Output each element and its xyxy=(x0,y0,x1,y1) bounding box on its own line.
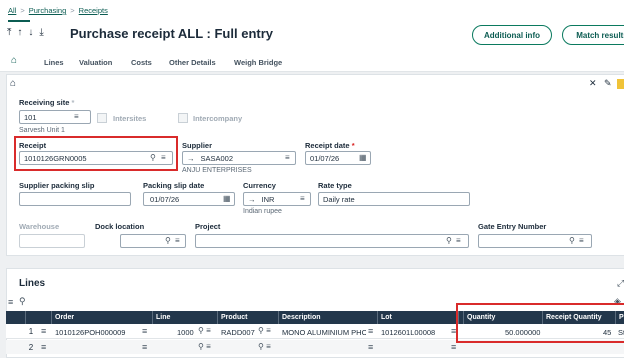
list-icon[interactable]: ≡ xyxy=(142,342,147,352)
search-icon[interactable]: ⚲ ≡ xyxy=(258,342,271,351)
supplier-name: ANJU ENTERPRISES xyxy=(182,167,252,174)
note-icon[interactable] xyxy=(617,79,624,89)
gate-entry-label: Gate Entry Number xyxy=(478,222,547,231)
calendar-icon[interactable]: ▦ xyxy=(223,194,231,203)
row-menu-icon[interactable]: ≡ xyxy=(41,342,46,352)
table-search-icon[interactable]: ⚲ xyxy=(19,296,26,307)
collapse-icon[interactable]: ⤢ xyxy=(617,278,624,289)
search-icon[interactable]: ⚲ ≡ xyxy=(198,342,211,351)
calendar-icon[interactable]: ▦ xyxy=(359,153,367,162)
breadcrumb-sep-icon: > xyxy=(70,6,75,15)
receiving-site-label: Receiving site * xyxy=(19,98,75,107)
packing-slip-date-label: Packing slip date xyxy=(143,181,205,190)
tab-valuation[interactable]: Valuation xyxy=(79,58,112,67)
tools-icon[interactable]: ✕ xyxy=(589,78,597,89)
additional-info-button[interactable]: Additional info xyxy=(472,25,552,45)
column-description[interactable]: Description xyxy=(279,311,378,324)
list-icon[interactable]: ≡ xyxy=(579,236,584,245)
row-number: 2 xyxy=(28,343,34,352)
intercompany-label: Intercompany xyxy=(193,114,243,123)
tab-lines[interactable]: Lines xyxy=(44,58,64,67)
dock-location-field[interactable]: ⚲ ≡ xyxy=(120,234,186,248)
list-icon[interactable]: ≡ xyxy=(368,326,373,336)
gate-entry-field[interactable]: ⚲ ≡ xyxy=(478,234,592,248)
supplier-label: Supplier xyxy=(182,141,213,150)
currency-field[interactable]: → INR ≡ xyxy=(243,192,311,206)
menu-icon[interactable]: ≡ xyxy=(8,297,13,307)
list-icon[interactable]: ≡ xyxy=(142,326,147,336)
warehouse-field xyxy=(19,234,85,248)
rate-type-field[interactable]: Daily rate xyxy=(318,192,470,206)
breadcrumb-receipts[interactable]: Receipts xyxy=(79,6,108,15)
home-icon: ⌂ xyxy=(10,78,17,89)
arrow-icon[interactable]: → xyxy=(248,195,256,204)
currency-label: Currency xyxy=(243,181,276,190)
search-icon[interactable]: ⚲ xyxy=(446,236,452,245)
receipt-highlight xyxy=(14,136,178,171)
project-field[interactable]: ⚲ ≡ xyxy=(195,234,469,248)
rate-type-label: Rate type xyxy=(318,181,352,190)
column-product[interactable]: Product xyxy=(218,311,279,324)
receiving-site-desc: Sarvesh Unit 1 xyxy=(19,127,65,134)
search-icon[interactable]: ⚲ ≡ xyxy=(198,326,211,335)
intersites-label: Intersites xyxy=(113,114,147,123)
last-record-icon[interactable]: ⤓ xyxy=(39,27,49,38)
cell-description[interactable]: MONO ALUMINIUM PHOS xyxy=(282,328,366,337)
supplier-packing-slip-field[interactable] xyxy=(19,192,131,206)
column-line[interactable]: Line xyxy=(153,311,218,324)
active-tab-indicator xyxy=(8,20,30,22)
arrow-icon[interactable]: → xyxy=(187,154,195,163)
row-menu-icon[interactable]: ≡ xyxy=(41,326,46,336)
list-icon[interactable]: ≡ xyxy=(74,112,79,121)
list-icon[interactable]: ≡ xyxy=(285,153,290,162)
tab-weigh-bridge[interactable]: Weigh Bridge xyxy=(234,58,282,67)
list-icon[interactable]: ≡ xyxy=(456,236,461,245)
next-record-icon[interactable]: ↓ xyxy=(28,27,39,38)
project-label: Project xyxy=(195,222,221,231)
intercompany-checkbox[interactable] xyxy=(178,113,188,123)
warehouse-label: Warehouse xyxy=(19,222,60,231)
tab-costs[interactable]: Costs xyxy=(131,58,152,67)
record-nav: ⤒↑↓⤓ xyxy=(7,27,50,38)
list-icon[interactable]: ≡ xyxy=(451,342,456,352)
breadcrumb-purchasing[interactable]: Purchasing xyxy=(29,6,67,15)
page-title: Purchase receipt ALL : Full entry xyxy=(70,26,273,41)
packing-slip-date-field[interactable]: 01/07/26 ▦ xyxy=(143,192,235,206)
row-number: 1 xyxy=(28,327,34,336)
column-order[interactable]: Order xyxy=(52,311,153,324)
tab-other-details[interactable]: Other Details xyxy=(169,58,216,67)
supplier-field[interactable]: → SASA002 ≡ xyxy=(182,151,296,165)
receipt-date-field[interactable]: 01/07/26 ▦ xyxy=(305,151,371,165)
intersites-checkbox[interactable] xyxy=(97,113,107,123)
column-lot[interactable]: Lot xyxy=(378,311,459,324)
cell-lot[interactable]: 1012601L00008 xyxy=(381,328,435,337)
edit-icon[interactable]: ✎ xyxy=(604,78,612,89)
previous-record-icon[interactable]: ↑ xyxy=(17,27,28,38)
search-icon[interactable]: ⚲ xyxy=(569,236,575,245)
home-tab-icon[interactable]: ⌂ xyxy=(11,55,17,66)
cell-product[interactable]: RADD007 xyxy=(221,328,255,337)
supplier-packing-slip-label: Supplier packing slip xyxy=(19,181,95,190)
search-icon[interactable]: ⚲ xyxy=(165,236,171,245)
lines-title: Lines xyxy=(19,278,46,289)
search-icon[interactable]: ⚲ ≡ xyxy=(258,326,271,335)
dock-location-label: Dock location xyxy=(95,222,145,231)
quantity-highlight xyxy=(456,303,624,343)
header-cell-num xyxy=(6,311,26,324)
breadcrumb: All > Purchasing > Receipts xyxy=(8,6,108,15)
list-icon[interactable]: ≡ xyxy=(300,194,305,203)
currency-name: Indian rupee xyxy=(243,208,282,215)
breadcrumb-all[interactable]: All xyxy=(8,6,16,15)
match-results-button[interactable]: Match results xyxy=(562,25,624,45)
list-icon[interactable]: ≡ xyxy=(175,236,180,245)
breadcrumb-sep-icon: > xyxy=(20,6,25,15)
header-cell-actions xyxy=(26,311,52,324)
receipt-date-label: Receipt date * xyxy=(305,141,355,150)
first-record-icon[interactable]: ⤒ xyxy=(7,27,17,38)
receiving-site-field[interactable]: 101 ≡ xyxy=(19,110,91,124)
list-icon[interactable]: ≡ xyxy=(368,342,373,352)
cell-order[interactable]: 1010126POH000009 xyxy=(55,328,125,337)
cell-line[interactable]: 1000 xyxy=(177,328,194,337)
